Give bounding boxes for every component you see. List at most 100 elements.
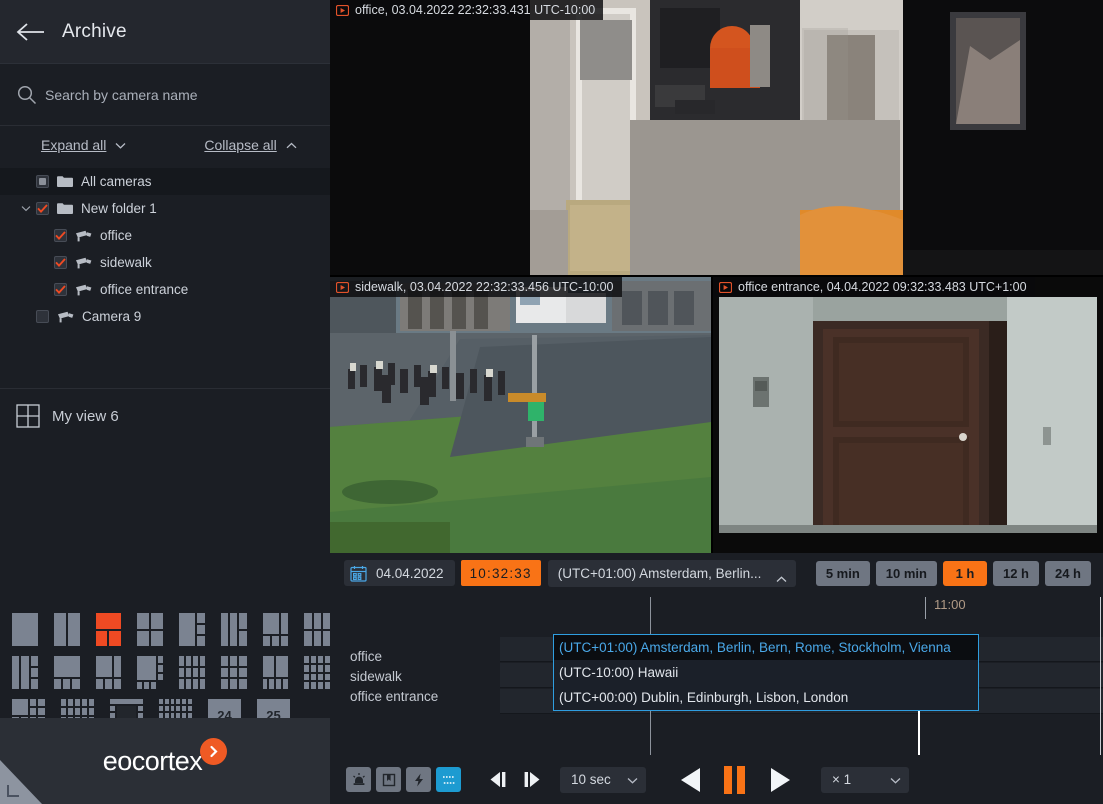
range-button-5min[interactable]: 5 min	[815, 560, 870, 586]
timezone-dropdown[interactable]: (UTC+01:00) Amsterdam, Berlin, Bern, Rom…	[553, 634, 979, 711]
timezone-option-hawaii[interactable]: (UTC-10:00) Hawaii	[554, 660, 978, 685]
video-label-text: sidewalk, 03.04.2022 22:32:33.456 UTC-10…	[355, 280, 614, 294]
checkbox-office[interactable]	[54, 229, 67, 242]
layout-3-cols-split[interactable]	[220, 613, 247, 646]
pause-button[interactable]	[724, 765, 745, 794]
timezone-option-london[interactable]: (UTC+00:00) Dublin, Edinburgh, Lisbon, L…	[554, 685, 978, 710]
interval-value: 10 sec	[571, 772, 611, 787]
grid-4-icon	[16, 404, 40, 428]
camera-icon	[75, 284, 92, 296]
layout-row	[12, 613, 330, 646]
tree-item-all-cameras[interactable]: All cameras	[0, 168, 330, 195]
range-button-12h[interactable]: 12 h	[992, 560, 1039, 586]
folder-icon	[57, 202, 73, 215]
page-title: Archive	[62, 20, 127, 42]
tree-item-label: New folder 1	[81, 201, 157, 216]
checkbox-sidewalk[interactable]	[54, 256, 67, 269]
event-lightning-icon[interactable]	[406, 767, 431, 792]
layout-2-plus-col[interactable]	[12, 656, 38, 689]
record-play-icon	[335, 4, 350, 16]
playback-bar: 10 sec × 1	[330, 755, 1103, 804]
camera-tree: All cameras New folder 1 office sidewalk…	[0, 164, 330, 330]
date-picker[interactable]: 04.04.2022	[344, 560, 455, 586]
interval-select[interactable]: 10 sec	[560, 766, 646, 793]
sync-exchange-icon[interactable]	[436, 767, 461, 792]
video-cell-office-entrance[interactable]: office entrance, 04.04.2022 09:32:33.483…	[713, 277, 1103, 553]
chevron-down-icon	[627, 771, 638, 789]
tree-item-label: sidewalk	[100, 255, 152, 270]
chevron-down-icon	[115, 142, 126, 149]
expand-collapse-row: Expand all Collapse all	[0, 126, 330, 164]
timeline-ruler[interactable]: 11:00	[500, 593, 1103, 637]
layout-4x3[interactable]	[179, 656, 205, 689]
video-cell-sidewalk[interactable]: sidewalk, 03.04.2022 22:32:33.456 UTC-10…	[330, 277, 711, 553]
chevron-down-icon[interactable]	[16, 205, 36, 212]
chevron-up-icon	[286, 142, 297, 148]
layout-2x2-b[interactable]	[137, 613, 163, 646]
view-item-label: My view 6	[52, 407, 119, 425]
timeline-marker-right	[1100, 597, 1101, 757]
time-value[interactable]: 10:32:33	[460, 560, 541, 586]
layout-2x2[interactable]	[95, 613, 122, 646]
speed-value: × 1	[832, 772, 852, 787]
bookmark-icon[interactable]	[376, 767, 401, 792]
play-button[interactable]	[763, 766, 797, 794]
video-grid: office, 03.04.2022 22:32:33.431 UTC-10:0…	[330, 0, 1103, 553]
checkbox-office-entrance[interactable]	[54, 283, 67, 296]
window-resize-handle[interactable]	[0, 760, 42, 804]
layout-1-plus-3-bottom[interactable]	[262, 613, 289, 646]
range-button-10min[interactable]: 10 min	[875, 560, 937, 586]
layout-mixed-b[interactable]	[137, 656, 163, 689]
arrow-left-icon[interactable]	[0, 0, 62, 64]
tree-item-office[interactable]: office	[0, 222, 330, 249]
layout-1-plus-3-right[interactable]	[179, 613, 205, 646]
view-item-my-view-6[interactable]: My view 6	[0, 389, 330, 443]
layout-1x1[interactable]	[12, 613, 38, 646]
tree-item-label: Camera 9	[82, 309, 142, 324]
layout-4x4[interactable]	[304, 656, 330, 689]
rewind-button[interactable]	[674, 766, 708, 794]
timeline-track-name: sidewalk	[350, 669, 402, 684]
layout-big-plus-row[interactable]	[262, 656, 289, 689]
layout-mixed-a[interactable]	[95, 656, 122, 689]
checkbox-new-folder-1[interactable]	[36, 202, 49, 215]
tree-item-office-entrance[interactable]: office entrance	[0, 276, 330, 303]
layout-1x2[interactable]	[53, 613, 80, 646]
layout-3x3[interactable]	[220, 656, 247, 689]
panel-header: Archive	[0, 0, 330, 64]
video-label-office-entrance: office entrance, 04.04.2022 09:32:33.483…	[713, 277, 1035, 297]
video-label-office: office, 03.04.2022 22:32:33.431 UTC-10:0…	[330, 0, 604, 20]
record-play-icon	[718, 281, 733, 293]
range-button-1h[interactable]: 1 h	[942, 560, 987, 586]
checkbox-camera-9[interactable]	[36, 310, 49, 323]
video-cell-office[interactable]: office, 03.04.2022 22:32:33.431 UTC-10:0…	[330, 0, 1103, 275]
step-forward-icon[interactable]	[516, 767, 546, 793]
timezone-option-utc-plus-1[interactable]: (UTC+01:00) Amsterdam, Berlin, Bern, Rom…	[554, 635, 978, 660]
checkbox-all-cameras[interactable]	[36, 175, 49, 188]
chevron-down-icon	[890, 771, 901, 789]
collapse-all-button[interactable]: Collapse all	[204, 137, 297, 153]
folder-icon	[57, 175, 73, 188]
layout-1-plus-4[interactable]	[53, 656, 80, 689]
timeline-track-name: office entrance	[350, 689, 439, 704]
tree-item-camera-9[interactable]: Camera 9	[0, 303, 330, 330]
tree-item-sidewalk[interactable]: sidewalk	[0, 249, 330, 276]
timezone-select[interactable]: (UTC+01:00) Amsterdam, Berlin...	[547, 559, 796, 587]
search-icon	[16, 84, 38, 106]
pause-icon-bar-left	[724, 765, 732, 794]
step-backward-icon[interactable]	[484, 767, 514, 793]
calendar-icon	[350, 565, 367, 582]
range-button-24h[interactable]: 24 h	[1044, 560, 1091, 586]
speed-select[interactable]: × 1	[821, 766, 909, 793]
expand-all-button[interactable]: Expand all	[41, 137, 126, 153]
views-list: My view 6	[0, 389, 330, 443]
collapse-all-label: Collapse all	[204, 137, 277, 153]
play-icon	[771, 767, 790, 792]
alarm-icon[interactable]	[346, 767, 371, 792]
archive-window: Archive Expand all Collapse all	[0, 0, 1103, 804]
tree-item-new-folder-1[interactable]: New folder 1	[0, 195, 330, 222]
timezone-selected-value: (UTC+01:00) Amsterdam, Berlin...	[557, 565, 762, 581]
layout-3x2[interactable]	[304, 613, 330, 646]
search-row	[0, 64, 330, 126]
search-input[interactable]	[45, 86, 285, 103]
